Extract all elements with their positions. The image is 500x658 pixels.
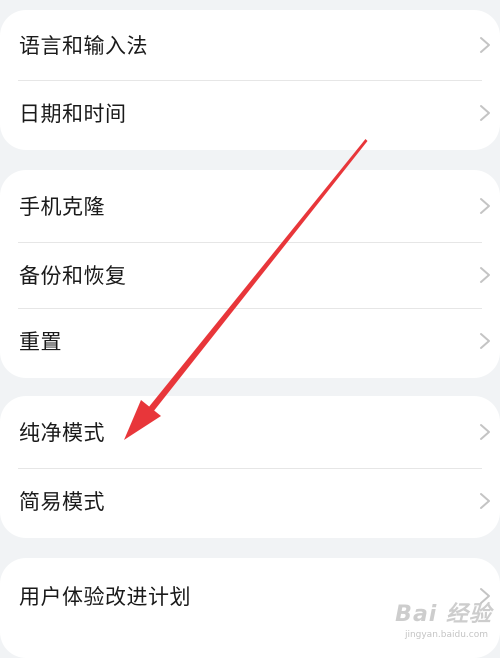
settings-item-label: 日期和时间 [19,102,127,126]
settings-item-label: 用户体验改进计划 [19,585,191,609]
settings-item-phone-clone[interactable]: 手机克隆 [0,170,500,242]
chevron-right-icon [480,424,490,440]
settings-group-modes: 纯净模式 简易模式 [0,396,500,538]
chevron-right-icon [480,333,490,349]
watermark: Bai 经验 jingyan.baidu.com [362,596,492,640]
watermark-url: jingyan.baidu.com [404,630,488,640]
settings-item-label: 简易模式 [19,490,105,514]
chevron-right-icon [480,37,490,53]
chevron-right-icon [480,493,490,509]
settings-item-label: 重置 [19,330,62,354]
settings-item-reset[interactable]: 重置 [0,308,500,374]
settings-item-label: 纯净模式 [19,421,105,445]
settings-item-language-input[interactable]: 语言和输入法 [0,10,500,80]
chevron-right-icon [480,267,490,283]
settings-item-simple-mode[interactable]: 简易模式 [0,468,500,534]
settings-item-label: 手机克隆 [19,195,105,219]
settings-item-date-time[interactable]: 日期和时间 [0,80,500,146]
settings-item-backup-restore[interactable]: 备份和恢复 [0,242,500,308]
settings-group-language-datetime: 语言和输入法 日期和时间 [0,10,500,150]
chevron-right-icon [480,105,490,121]
settings-item-label: 语言和输入法 [19,34,148,58]
settings-item-pure-mode[interactable]: 纯净模式 [0,396,500,468]
chevron-right-icon [480,198,490,214]
watermark-logo: Bai 经验 [395,602,492,627]
settings-item-label: 备份和恢复 [19,264,127,288]
settings-group-clone-backup-reset: 手机克隆 备份和恢复 重置 [0,170,500,378]
